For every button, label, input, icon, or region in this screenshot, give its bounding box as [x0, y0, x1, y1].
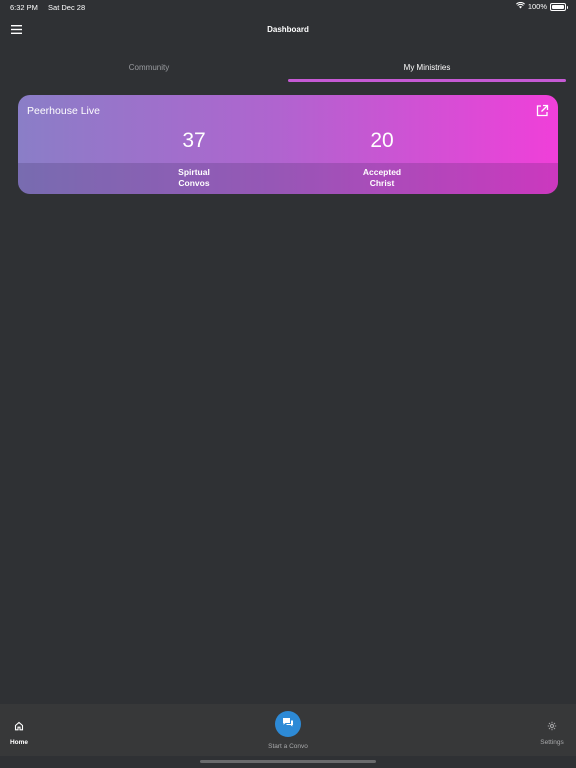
- bottom-tab-bar: Home Start a Convo Settings: [0, 704, 576, 756]
- tab-home-label: Home: [9, 739, 29, 746]
- wifi-icon: [515, 1, 525, 11]
- stat-value-spiritual-convos: 37: [182, 129, 206, 152]
- stat-label-accepted-christ: Accepted Christ: [322, 167, 442, 188]
- battery-percent: 100%: [527, 2, 547, 11]
- stat-label-line: Christ: [369, 177, 395, 188]
- tab-home[interactable]: Home: [6, 718, 32, 746]
- start-convo-label: Start a Convo: [268, 743, 308, 750]
- status-right: 100%: [515, 1, 568, 11]
- segment-tabs: Community My Ministries: [10, 55, 566, 83]
- status-time-date: 6:32 PM Sat Dec 28: [10, 3, 85, 12]
- home-indicator: [200, 760, 376, 763]
- stats-label-band: [18, 163, 558, 194]
- chat-bubbles-icon: [282, 715, 294, 733]
- stat-label-spiritual-convos: Spirtual Convos: [134, 167, 254, 188]
- stat-label-line: Convos: [178, 177, 210, 188]
- home-icon: [14, 718, 24, 735]
- page-title: Dashboard: [267, 25, 309, 34]
- ministry-title: Peerhouse Live: [27, 105, 100, 117]
- hamburger-menu-icon[interactable]: [8, 21, 24, 37]
- stat-value-accepted-christ: 20: [370, 129, 394, 152]
- nav-header: Dashboard: [0, 14, 576, 44]
- battery-icon: [550, 2, 568, 11]
- start-convo-button[interactable]: Start a Convo: [248, 711, 328, 750]
- external-link-icon[interactable]: [535, 104, 549, 118]
- start-convo-fab[interactable]: [275, 711, 301, 737]
- gear-icon: [547, 718, 557, 735]
- tab-my-ministries[interactable]: My Ministries: [288, 55, 566, 83]
- status-bar: 6:32 PM Sat Dec 28 100%: [0, 0, 576, 14]
- status-time: 6:32 PM: [10, 3, 38, 12]
- stat-label-line: Spirtual: [178, 167, 210, 177]
- tab-settings-label: Settings: [540, 739, 564, 746]
- stat-label-line: Accepted: [362, 167, 402, 177]
- status-date: Sat Dec 28: [48, 3, 86, 12]
- tab-community[interactable]: Community: [10, 55, 288, 83]
- ministry-card[interactable]: Peerhouse Live: [18, 95, 558, 194]
- tab-settings[interactable]: Settings: [536, 718, 568, 746]
